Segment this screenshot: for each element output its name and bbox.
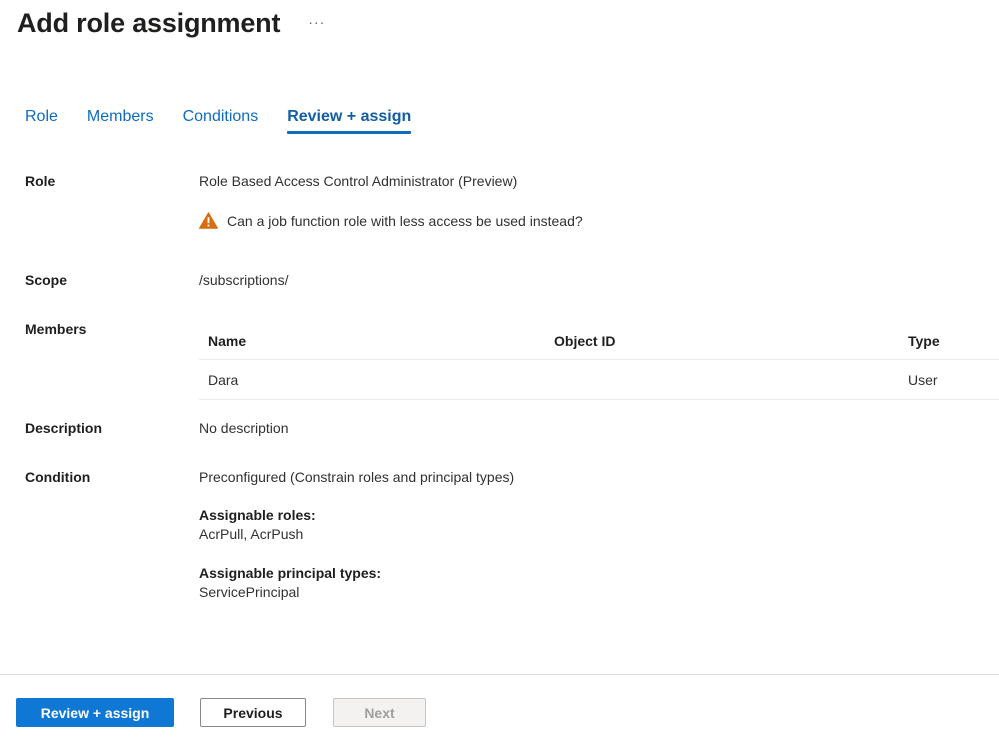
member-name: Dara	[208, 371, 239, 388]
column-header-type: Type	[908, 333, 940, 349]
tab-conditions[interactable]: Conditions	[183, 108, 259, 134]
column-header-name: Name	[208, 333, 247, 349]
role-warning: Can a job function role with less access…	[199, 212, 583, 229]
scope-value: /subscriptions/	[199, 272, 289, 288]
members-table: Name Object ID Type Dara User	[199, 323, 999, 400]
next-button[interactable]: Next	[333, 698, 426, 727]
tab-review-assign[interactable]: Review + assign	[287, 108, 412, 134]
add-role-assignment-page: Add role assignment ··· Role Members Con…	[0, 0, 999, 748]
review-assign-button[interactable]: Review + assign	[16, 698, 174, 727]
table-row: Dara User	[199, 360, 999, 400]
members-label: Members	[25, 321, 87, 337]
role-value: Role Based Access Control Administrator …	[199, 173, 518, 189]
assignable-roles-value: AcrPull, AcrPush	[199, 526, 304, 542]
page-header: Add role assignment ···	[17, 8, 325, 39]
tab-role[interactable]: Role	[25, 108, 58, 134]
condition-label: Condition	[25, 469, 91, 485]
members-table-header: Name Object ID Type	[199, 323, 999, 360]
column-header-object-id: Object ID	[554, 333, 616, 349]
assignable-principal-types-label: Assignable principal types:	[199, 565, 382, 581]
warning-triangle-icon	[199, 212, 218, 229]
more-options-icon[interactable]: ···	[308, 14, 325, 30]
footer-divider	[0, 674, 999, 675]
member-type: User	[908, 371, 938, 388]
condition-value: Preconfigured (Constrain roles and princ…	[199, 469, 515, 485]
description-label: Description	[25, 420, 103, 436]
assignable-principal-types-value: ServicePrincipal	[199, 584, 300, 600]
role-warning-text: Can a job function role with less access…	[227, 212, 583, 229]
page-title: Add role assignment	[17, 8, 281, 38]
tab-members[interactable]: Members	[87, 108, 154, 134]
role-label: Role	[25, 173, 56, 189]
description-value: No description	[199, 420, 289, 436]
scope-label: Scope	[25, 272, 68, 288]
assignable-roles-label: Assignable roles:	[199, 507, 316, 523]
wizard-tabs: Role Members Conditions Review + assign	[25, 108, 440, 134]
previous-button[interactable]: Previous	[200, 698, 306, 727]
